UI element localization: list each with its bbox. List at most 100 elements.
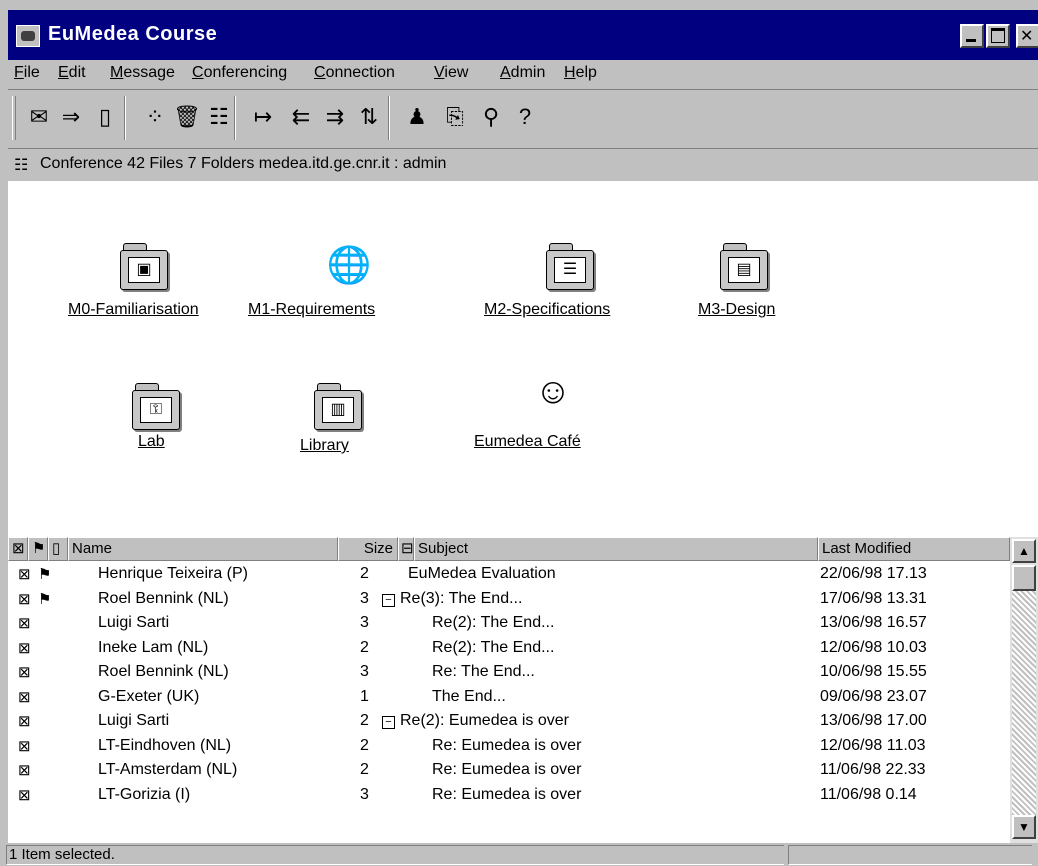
thread-collapse-icon[interactable]: − (382, 716, 395, 729)
document-button[interactable]: ▯ (88, 100, 122, 136)
scroll-thumb[interactable] (1012, 565, 1036, 591)
search-button[interactable]: ⚲ (474, 100, 508, 136)
open-folder-button[interactable]: ⎘ (438, 100, 472, 136)
folder-icon[interactable]: ▣ (120, 243, 170, 291)
last-modified: 13/06/98 17.00 (820, 712, 927, 729)
last-modified: 22/06/98 17.13 (820, 565, 927, 582)
table-row[interactable]: ⊠ ⚑ Henrique Teixeira (P) 2 EuMedea Evaluati… (8, 563, 1010, 587)
table-row[interactable]: ⊠ Roel Bennink (NL) 3 Re: The End... 10/06/9… (8, 661, 1010, 685)
scroll-track[interactable] (1012, 591, 1036, 815)
last-modified: 11/06/98 0.14 (820, 785, 917, 803)
folder-glyph: ☰ (554, 257, 586, 283)
minimize-button[interactable] (960, 24, 984, 48)
message-size: 3 (360, 785, 369, 803)
folder-glyph: ⚿ (140, 397, 172, 423)
next-button[interactable]: ↦ (246, 100, 280, 136)
message-size: 2 (360, 638, 369, 656)
chat-icon[interactable]: ☺ (528, 367, 578, 415)
last-modified: 12/06/98 11.03 (820, 736, 926, 754)
title-bar[interactable]: EuMedea Course (8, 10, 1038, 60)
header-subject[interactable]: Subject (414, 537, 818, 561)
last-modified: 09/06/98 23.07 (820, 687, 927, 705)
folder-icon[interactable]: ☰ (546, 243, 596, 291)
sender-name: LT-Eindhoven (NL) (98, 736, 232, 754)
organize-button[interactable]: ⁘ (138, 100, 172, 136)
table-row[interactable]: ⊠ LT-Eindhoven (NL) 2 Re: Eumedea is over 12… (8, 735, 1010, 759)
sort-button[interactable]: ⇅ (352, 100, 386, 136)
vertical-scrollbar[interactable]: ▲ ▼ (1010, 537, 1038, 843)
folder-icon[interactable]: ▤ (720, 243, 770, 291)
conference-info-bar: ☷ Conference 42 Files 7 Folders medea.it… (8, 148, 1038, 182)
who-icon: ? (518, 104, 532, 129)
table-row[interactable]: ⊠ LT-Gorizia (I) 3 Re: Eumedea is over 11/06… (8, 784, 1010, 808)
menu-view[interactable]: View (434, 64, 468, 82)
message-size: 1 (360, 687, 369, 705)
header-last-modified[interactable]: Last Modified (818, 537, 1010, 561)
menu-conferencing[interactable]: Conferencing (192, 64, 287, 82)
table-row[interactable]: ⊠ G-Exeter (UK) 1 The End... 09/06/98 23.07 (8, 686, 1010, 710)
sender-name: G-Exeter (UK) (98, 687, 200, 705)
organize-icon: ⁘ (145, 104, 165, 129)
list-header: ⊠ ⚑ ▯ Name Size ⊟ Subject Last Modified (8, 537, 1010, 561)
toolbar-separator (234, 96, 236, 140)
folder-glyph: ☺ (534, 370, 572, 411)
folder-label[interactable]: Lab (138, 433, 165, 451)
header-size[interactable]: Size (338, 537, 398, 561)
message-subject: Re(2): Eumedea is over (400, 712, 569, 729)
folder-label[interactable]: M0-Familiarisation (68, 301, 199, 319)
table-row[interactable]: ⊠ Ineke Lam (NL) 2 Re(2): The End... 12/06/9… (8, 637, 1010, 661)
scroll-down-button[interactable]: ▼ (1012, 815, 1036, 839)
menu-file[interactable]: File (14, 64, 40, 82)
close-button[interactable] (1016, 24, 1038, 48)
globe-icon[interactable]: 🌐 (324, 241, 374, 289)
menu-bar: File Edit Message Conferencing Connection Vie… (8, 60, 1038, 88)
menu-edit[interactable]: Edit (58, 64, 86, 82)
header-name[interactable]: Name (68, 537, 338, 561)
app-icon[interactable] (16, 25, 40, 47)
folder-glyph: ▤ (728, 257, 760, 283)
sender-name: Ineke Lam (NL) (98, 638, 209, 656)
message-size: 2 (360, 761, 369, 778)
message-subject: Re(2): The End... (432, 638, 555, 656)
folder-label[interactable]: Eumedea Café (474, 433, 581, 451)
people-button[interactable]: ♟ (400, 100, 434, 136)
maximize-button[interactable] (986, 24, 1010, 48)
toolbar: ✉ ⇒ ▯ ⁘ 🗑 ☷ ↦ ⇇ ⇉ ⇅ ♟ ⎘ ⚲? (8, 89, 1038, 149)
thread-collapse-icon[interactable]: − (382, 593, 395, 607)
sender-name: Roel Bennink (NL) (98, 663, 229, 680)
trash-button[interactable]: 🗑 (170, 100, 204, 136)
menu-help[interactable]: Help (564, 64, 597, 82)
header-thread-toggle[interactable]: ⊟ (398, 537, 414, 561)
table-row[interactable]: ⊠ LT-Amsterdam (NL) 2 Re: Eumedea is over 11… (8, 759, 1010, 783)
menu-admin[interactable]: Admin (500, 64, 545, 82)
table-row[interactable]: ⊠ ⚑ Roel Bennink (NL) 3− Re(3): The End... 17… (8, 588, 1010, 612)
folder-label[interactable]: Library (300, 437, 349, 455)
folder-icon[interactable]: ▥ (314, 383, 364, 431)
header-flag-column[interactable]: ⚑ (28, 537, 48, 561)
forward-button[interactable]: ⇒ (54, 100, 88, 136)
message-size: 2 (360, 565, 369, 582)
menu-message[interactable]: Message (110, 64, 175, 82)
scroll-up-button[interactable]: ▲ (1012, 539, 1036, 563)
menu-connection[interactable]: Connection (314, 64, 395, 82)
table-row[interactable]: ⊠ Luigi Sarti 2− Re(2): Eumedea is over 13/0… (8, 710, 1010, 734)
status-text: 1 Item selected. (6, 845, 784, 865)
folder-label[interactable]: M3-Design (698, 301, 775, 319)
expand-button[interactable]: ⇉ (318, 100, 352, 136)
header-attachment-column[interactable]: ▯ (48, 537, 68, 561)
new-message-button[interactable]: ✉ (22, 100, 56, 136)
folder-label[interactable]: M1-Requirements (248, 301, 375, 319)
folder-icon[interactable]: ⚿ (132, 383, 182, 431)
trash-icon: 🗑 (173, 104, 201, 129)
who-button[interactable]: ? (508, 100, 542, 136)
folder-label[interactable]: M2-Specifications (484, 301, 610, 319)
properties-button[interactable]: ☷ (202, 100, 236, 136)
header-read-column[interactable]: ⊠ (8, 537, 28, 561)
envelope-icon: ⊠ (18, 615, 31, 632)
collapse-button[interactable]: ⇇ (284, 100, 318, 136)
next-icon: ↦ (253, 104, 273, 129)
envelope-icon: ⊠ (18, 590, 31, 608)
toolbar-grip[interactable] (12, 96, 16, 140)
table-row[interactable]: ⊠ Luigi Sarti 3 Re(2): The End... 13/06/98 1… (8, 612, 1010, 636)
message-subject: Re: The End... (432, 663, 535, 680)
